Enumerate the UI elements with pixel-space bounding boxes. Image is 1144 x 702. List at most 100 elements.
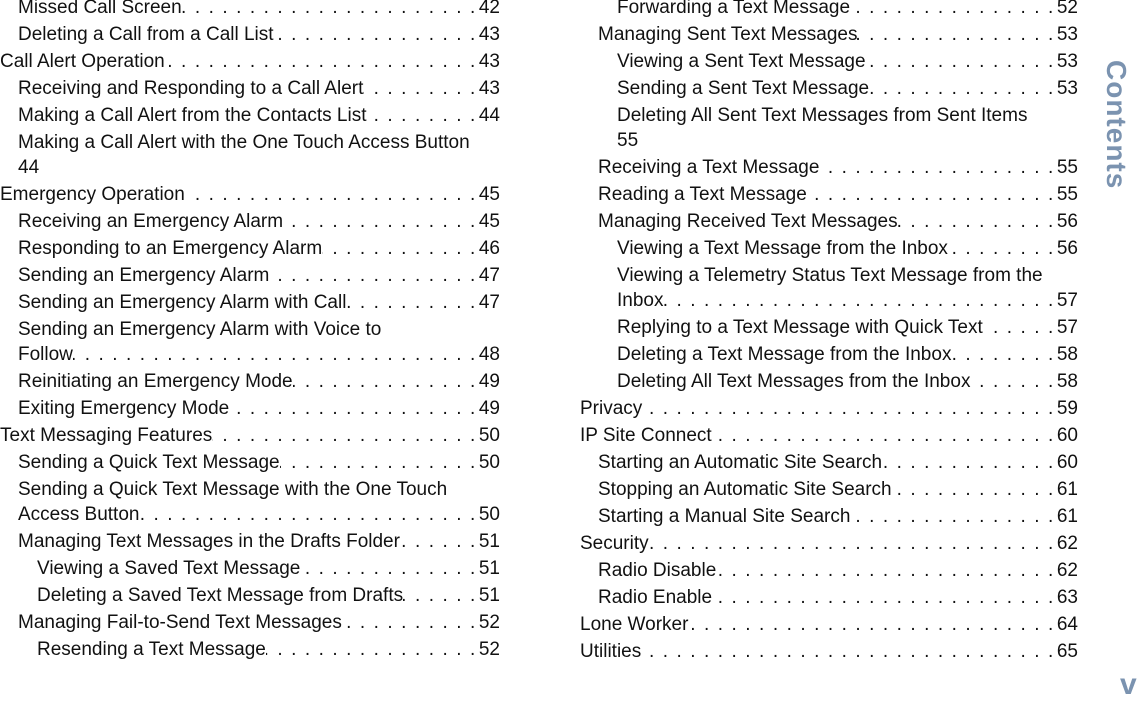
toc-entry[interactable]: IP Site Connect 60 bbox=[580, 423, 1078, 448]
toc-entry-page[interactable]: 43 bbox=[479, 49, 500, 74]
toc-entry-title[interactable]: Viewing a Saved Text Message bbox=[37, 556, 300, 581]
toc-entry[interactable]: Deleting a Call from a Call List 43 bbox=[0, 22, 500, 47]
toc-entry[interactable]: Reinitiating an Emergency Mode 49 bbox=[0, 369, 500, 394]
toc-entry[interactable]: Stopping an Automatic Site Search 61 bbox=[580, 477, 1078, 502]
toc-entry-title[interactable]: Managing Text Messages in the Drafts Fol… bbox=[18, 529, 400, 554]
toc-entry-title[interactable]: Receiving a Text Message bbox=[598, 155, 819, 180]
toc-entry-title[interactable]: Emergency Operation bbox=[0, 182, 185, 207]
toc-entry[interactable]: Security 62 bbox=[580, 531, 1078, 556]
toc-entry[interactable]: Managing Sent Text Messages 53 bbox=[580, 22, 1078, 47]
toc-entry[interactable]: Sending a Sent Text Message 53 bbox=[580, 76, 1078, 101]
toc-entry-page[interactable]: 53 bbox=[1057, 49, 1078, 74]
toc-entry-page[interactable]: 59 bbox=[1057, 396, 1078, 421]
toc-entry[interactable]: Responding to an Emergency Alarm 46 bbox=[0, 236, 500, 261]
toc-entry[interactable]: Emergency Operation 45 bbox=[0, 182, 500, 207]
toc-entry-title[interactable]: Reading a Text Message bbox=[598, 182, 807, 207]
toc-entry[interactable]: Sending a Quick Text Message with the On… bbox=[0, 477, 500, 527]
toc-entry-page[interactable]: 50 bbox=[479, 502, 500, 527]
toc-entry[interactable]: Viewing a Sent Text Message 53 bbox=[580, 49, 1078, 74]
toc-entry-page[interactable]: 49 bbox=[479, 396, 500, 421]
toc-entry-title[interactable]: Stopping an Automatic Site Search bbox=[598, 477, 892, 502]
toc-entry-title[interactable]: Receiving and Responding to a Call Alert bbox=[18, 76, 363, 101]
toc-entry-title[interactable]: Deleting All Sent Text Messages from Sen… bbox=[617, 103, 1027, 128]
toc-entry[interactable]: Deleting a Saved Text Message from Draft… bbox=[0, 583, 500, 608]
toc-entry-page[interactable]: 47 bbox=[479, 290, 500, 315]
toc-entry-page[interactable]: 62 bbox=[1057, 531, 1078, 556]
toc-entry-page[interactable]: 57 bbox=[1057, 315, 1078, 340]
toc-entry-title[interactable]: IP Site Connect bbox=[580, 423, 712, 448]
toc-entry-page[interactable]: 55 bbox=[1057, 155, 1078, 180]
toc-entry-page[interactable]: 62 bbox=[1057, 558, 1078, 583]
toc-entry-page[interactable]: 52 bbox=[479, 610, 500, 635]
toc-entry-title[interactable]: Reinitiating an Emergency Mode bbox=[18, 369, 293, 394]
toc-entry-page[interactable]: 53 bbox=[1057, 22, 1078, 47]
toc-entry-title[interactable]: Deleting a Text Message from the Inbox bbox=[617, 342, 951, 367]
toc-entry-title[interactable]: Sending an Emergency Alarm with Call bbox=[18, 290, 346, 315]
toc-entry[interactable]: Receiving and Responding to a Call Alert… bbox=[0, 76, 500, 101]
toc-entry-title[interactable]: Managing Received Text Messages bbox=[598, 209, 898, 234]
toc-entry-title[interactable]: Managing Sent Text Messages bbox=[598, 22, 857, 47]
toc-entry[interactable]: Exiting Emergency Mode 49 bbox=[0, 396, 500, 421]
toc-entry-page[interactable]: 55 bbox=[1057, 182, 1078, 207]
toc-entry-page[interactable]: 65 bbox=[1057, 639, 1078, 664]
toc-entry-page[interactable]: 45 bbox=[479, 182, 500, 207]
toc-entry-title[interactable]: Security bbox=[580, 531, 649, 556]
toc-entry[interactable]: Deleting All Sent Text Messages from Sen… bbox=[580, 103, 1078, 153]
toc-entry-title[interactable]: Sending a Quick Text Message bbox=[18, 450, 280, 475]
toc-entry[interactable]: Radio Enable 63 bbox=[580, 585, 1078, 610]
toc-entry-page[interactable]: 58 bbox=[1057, 342, 1078, 367]
toc-entry-title[interactable]: Sending an Emergency Alarm bbox=[18, 263, 269, 288]
toc-entry-title[interactable]: Viewing a Text Message from the Inbox bbox=[617, 236, 948, 261]
toc-entry[interactable]: Sending a Quick Text Message 50 bbox=[0, 450, 500, 475]
toc-entry[interactable]: Forwarding a Text Message 52 bbox=[580, 0, 1078, 20]
toc-entry-page[interactable]: 51 bbox=[479, 583, 500, 608]
toc-entry[interactable]: Sending an Emergency Alarm with Call 47 bbox=[0, 290, 500, 315]
toc-entry[interactable]: Radio Disable 62 bbox=[580, 558, 1078, 583]
toc-entry-page[interactable]: 51 bbox=[479, 556, 500, 581]
toc-entry-page[interactable]: 44 bbox=[479, 103, 500, 128]
toc-entry[interactable]: Viewing a Telemetry Status Text Message … bbox=[580, 263, 1078, 313]
toc-entry-page[interactable]: 46 bbox=[479, 236, 500, 261]
toc-entry[interactable]: Managing Received Text Messages 56 bbox=[580, 209, 1078, 234]
toc-entry-title[interactable]: Managing Fail-to-Send Text Messages bbox=[18, 610, 342, 635]
toc-entry-title-continued[interactable]: Access Button bbox=[18, 502, 139, 527]
toc-entry-page[interactable]: 57 bbox=[1057, 288, 1078, 313]
toc-entry[interactable]: Viewing a Text Message from the Inbox 56 bbox=[580, 236, 1078, 261]
toc-entry-title[interactable]: Deleting All Text Messages from the Inbo… bbox=[617, 369, 970, 394]
toc-entry-page[interactable]: 53 bbox=[1057, 76, 1078, 101]
toc-entry-page[interactable]: 50 bbox=[479, 450, 500, 475]
toc-entry-title[interactable]: Deleting a Call from a Call List bbox=[18, 22, 274, 47]
toc-entry-title-continued[interactable]: Follow bbox=[18, 342, 73, 367]
toc-entry[interactable]: Reading a Text Message 55 bbox=[580, 182, 1078, 207]
toc-entry-page[interactable]: 63 bbox=[1057, 585, 1078, 610]
toc-entry-page[interactable]: 52 bbox=[1057, 0, 1078, 20]
toc-entry-title[interactable]: Call Alert Operation bbox=[0, 49, 165, 74]
toc-entry-title[interactable]: Missed Call Screen bbox=[18, 0, 182, 20]
toc-entry-title[interactable]: Making a Call Alert from the Contacts Li… bbox=[18, 103, 366, 128]
toc-entry-title[interactable]: Utilities bbox=[580, 639, 641, 664]
toc-entry[interactable]: Utilities 65 bbox=[580, 639, 1078, 664]
toc-entry-page[interactable]: 47 bbox=[479, 263, 500, 288]
toc-entry-title[interactable]: Viewing a Sent Text Message bbox=[617, 49, 866, 74]
toc-entry-page[interactable]: 55 bbox=[617, 128, 638, 153]
toc-entry[interactable]: Receiving a Text Message 55 bbox=[580, 155, 1078, 180]
toc-entry-title[interactable]: Making a Call Alert with the One Touch A… bbox=[18, 130, 470, 155]
toc-entry-page[interactable]: 61 bbox=[1057, 504, 1078, 529]
toc-entry-title[interactable]: Deleting a Saved Text Message from Draft… bbox=[37, 583, 403, 608]
toc-entry-title[interactable]: Sending a Quick Text Message with the On… bbox=[18, 477, 447, 502]
toc-entry[interactable]: Viewing a Saved Text Message 51 bbox=[0, 556, 500, 581]
toc-entry[interactable]: Call Alert Operation 43 bbox=[0, 49, 500, 74]
toc-entry-title[interactable]: Receiving an Emergency Alarm bbox=[18, 209, 283, 234]
toc-entry[interactable]: Lone Worker 64 bbox=[580, 612, 1078, 637]
toc-entry-title[interactable]: Viewing a Telemetry Status Text Message … bbox=[617, 263, 1043, 288]
toc-entry[interactable]: Sending an Emergency Alarm with Voice to… bbox=[0, 317, 500, 367]
toc-entry-title[interactable]: Forwarding a Text Message bbox=[617, 0, 850, 20]
toc-entry-page[interactable]: 56 bbox=[1057, 236, 1078, 261]
toc-entry[interactable]: Privacy 59 bbox=[580, 396, 1078, 421]
toc-entry-page[interactable]: 43 bbox=[479, 22, 500, 47]
toc-entry-page[interactable]: 44 bbox=[18, 155, 39, 180]
toc-entry-title[interactable]: Starting an Automatic Site Search bbox=[598, 450, 882, 475]
toc-entry[interactable]: Starting an Automatic Site Search 60 bbox=[580, 450, 1078, 475]
toc-entry-title[interactable]: Text Messaging Features bbox=[0, 423, 212, 448]
toc-entry-page[interactable]: 61 bbox=[1057, 477, 1078, 502]
